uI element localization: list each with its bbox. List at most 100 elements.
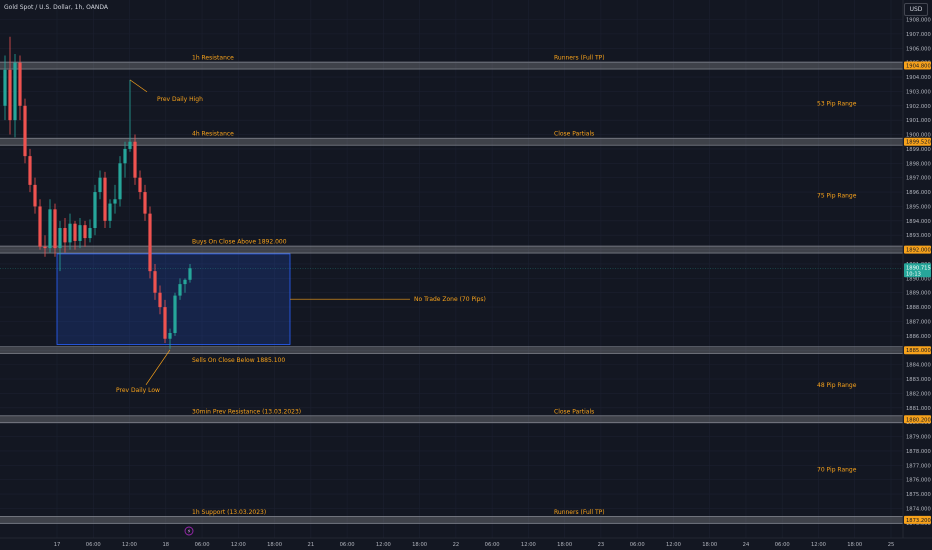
- price-badge-label: 1873.200: [906, 518, 931, 524]
- candle-body[interactable]: [78, 225, 82, 241]
- currency-button[interactable]: USD: [904, 3, 928, 16]
- time-tick-label: 06:00: [630, 542, 645, 548]
- candle-body[interactable]: [158, 292, 162, 308]
- level-label: Buys On Close Above 1892.000: [192, 239, 287, 246]
- prev-daily-low-label: Prev Daily Low: [116, 387, 160, 394]
- candle-body[interactable]: [113, 199, 117, 204]
- countdown-label: 10:13: [906, 271, 921, 277]
- price-tick-label: 1886.000: [906, 334, 931, 340]
- candle-body[interactable]: [93, 192, 97, 229]
- candle-body[interactable]: [128, 141, 132, 149]
- candle-body[interactable]: [188, 268, 192, 280]
- price-tick-label: 1875.000: [906, 492, 931, 498]
- range-label: 70 Pip Range: [817, 467, 857, 474]
- price-tick-label: 1900.000: [906, 133, 931, 139]
- symbol-title: Gold Spot / U.S. Dollar, 1h, OANDA: [4, 4, 108, 11]
- price-tick-label: 1883.000: [906, 377, 931, 383]
- candle-body[interactable]: [163, 307, 167, 339]
- time-tick-label: 17: [54, 542, 61, 548]
- time-tick-label: 12:00: [811, 542, 826, 548]
- candle-body[interactable]: [23, 105, 27, 157]
- candle-body[interactable]: [183, 279, 187, 285]
- candle-body[interactable]: [103, 177, 107, 221]
- time-tick-label: 12:00: [666, 542, 681, 548]
- level-band[interactable]: [0, 516, 903, 524]
- time-tick-label: 22: [453, 542, 460, 548]
- candle-body[interactable]: [63, 228, 67, 243]
- level-band[interactable]: [0, 246, 903, 254]
- price-tick-label: 1889.000: [906, 291, 931, 297]
- level-band[interactable]: [0, 415, 903, 423]
- candle-body[interactable]: [148, 213, 152, 272]
- price-badge-label: 1899.520: [906, 140, 931, 146]
- candle-body[interactable]: [48, 209, 52, 249]
- price-tick-label: 1882.000: [906, 391, 931, 397]
- candle-body[interactable]: [13, 62, 17, 121]
- time-tick-label: 12:00: [521, 542, 536, 548]
- level-band[interactable]: [0, 346, 903, 354]
- candle-body[interactable]: [133, 141, 137, 178]
- candle-body[interactable]: [73, 223, 77, 241]
- chart-canvas[interactable]: No Trade Zone (70 Pips) 1h Resistance Runn…: [0, 0, 932, 550]
- candle-body[interactable]: [98, 177, 102, 193]
- candle-body[interactable]: [58, 228, 62, 249]
- price-tick-label: 1896.000: [906, 190, 931, 196]
- level-right-label: Runners (Full TP): [554, 55, 605, 62]
- price-badge-label: 1885.000: [906, 348, 931, 354]
- candle-body[interactable]: [108, 203, 112, 221]
- price-tick-label: 1908.000: [906, 18, 931, 24]
- price-tick-label: 1902.000: [906, 104, 931, 110]
- price-tick-label: 1879.000: [906, 435, 931, 441]
- candle-body[interactable]: [153, 271, 157, 293]
- candle-body[interactable]: [123, 148, 127, 164]
- range-label: 48 Pip Range: [817, 382, 857, 389]
- candle-body[interactable]: [173, 295, 177, 333]
- candle-body[interactable]: [43, 246, 47, 249]
- level-label: Sells On Close Below 1885.100: [192, 357, 285, 364]
- time-tick-label: 06:00: [195, 542, 210, 548]
- price-tick-label: 1876.000: [906, 478, 931, 484]
- level-right-label: Close Partials: [554, 131, 594, 138]
- price-tick-label: 1884.000: [906, 363, 931, 369]
- candle-body[interactable]: [3, 69, 7, 106]
- no-trade-zone-label: No Trade Zone (70 Pips): [414, 296, 486, 303]
- candle-body[interactable]: [18, 62, 22, 106]
- time-tick-label: 06:00: [775, 542, 790, 548]
- candle-body[interactable]: [178, 284, 182, 296]
- level-label: 30min Prev Resistance (13.03.2023): [192, 408, 301, 415]
- time-tick-label: 12:00: [122, 542, 137, 548]
- level-label: 1h Support (13.03.2023): [192, 509, 266, 516]
- candle-body[interactable]: [53, 209, 57, 249]
- candle-body[interactable]: [88, 228, 92, 239]
- price-tick-label: 1887.000: [906, 319, 931, 325]
- candle-body[interactable]: [38, 206, 42, 247]
- candle-body[interactable]: [8, 69, 12, 121]
- candle-body[interactable]: [33, 184, 37, 207]
- candle-body[interactable]: [118, 163, 122, 200]
- price-tick-label: 1906.000: [906, 46, 931, 52]
- level-label: 1h Resistance: [192, 55, 234, 62]
- prev-daily-high-label: Prev Daily High: [157, 96, 203, 103]
- price-tick-label: 1899.000: [906, 147, 931, 153]
- price-tick-label: 1897.000: [906, 176, 931, 182]
- price-tick-label: 1907.000: [906, 32, 931, 38]
- price-tick-label: 1874.000: [906, 506, 931, 512]
- level-right-label: Runners (Full TP): [554, 509, 605, 516]
- candle-body[interactable]: [28, 156, 32, 185]
- candle-body[interactable]: [168, 332, 172, 339]
- price-badge-label: 1892.000: [906, 248, 931, 254]
- candle-body[interactable]: [143, 192, 147, 214]
- level-right-label: Close Partials: [554, 408, 594, 415]
- time-tick-label: 18:00: [557, 542, 572, 548]
- candle-body[interactable]: [138, 177, 142, 193]
- time-tick-label: 24: [743, 542, 750, 548]
- candle-body[interactable]: [68, 223, 72, 243]
- time-tick-label: 23: [598, 542, 605, 548]
- range-label: 75 Pip Range: [817, 193, 857, 200]
- price-tick-label: 1893.000: [906, 233, 931, 239]
- price-badge-label: 1904.800: [906, 64, 931, 70]
- candle-body[interactable]: [83, 225, 87, 239]
- time-tick-label: 06:00: [485, 542, 500, 548]
- level-band[interactable]: [0, 62, 903, 70]
- time-tick-label: 18:00: [412, 542, 427, 548]
